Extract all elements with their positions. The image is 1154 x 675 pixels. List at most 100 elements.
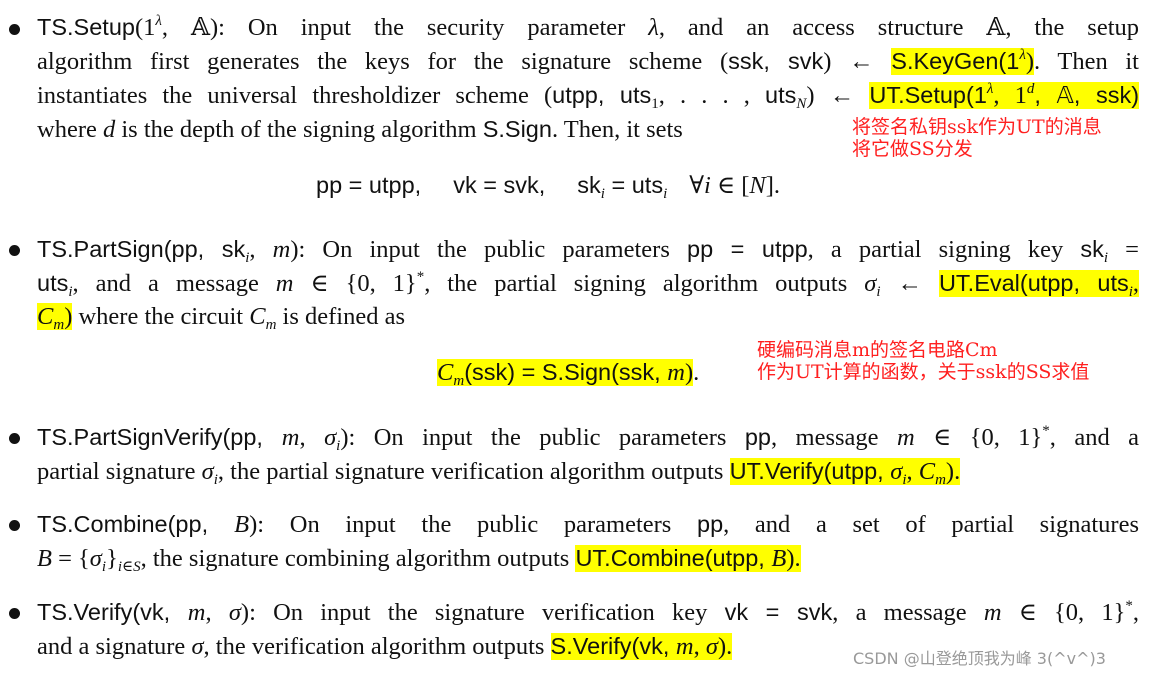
math: m xyxy=(935,472,946,488)
text: , xyxy=(249,236,273,263)
math: sk xyxy=(577,172,601,198)
math: m xyxy=(667,359,685,386)
math: m xyxy=(272,236,291,263)
math: 1 xyxy=(651,96,659,112)
setup-line-3: instantiates the universal thresholdizer… xyxy=(37,78,1140,113)
math: σ xyxy=(890,458,903,485)
text: . Then, it sets xyxy=(551,116,683,143)
algo-name: TS.Verify(vk, xyxy=(37,599,188,625)
bullet-icon xyxy=(9,24,20,35)
setup-display-equation: pp = utpp, vk = svk, ski = utsi ∀i ∈ [N]. xyxy=(316,168,780,203)
math: d xyxy=(102,116,116,143)
partsign-line-2: utsi, and a message m ∈ {0, 1}*, the par… xyxy=(37,266,1140,301)
math: ∀ xyxy=(689,172,705,199)
highlight-ut-setup: UT.Setup(1λ, 1d, 𝔸, ssk) xyxy=(869,82,1140,109)
partsign-line-3: Cm) where the circuit Cm is defined as xyxy=(37,300,405,334)
math: uts xyxy=(765,82,797,108)
math: B xyxy=(771,545,787,572)
math: m xyxy=(187,599,206,626)
text: ): On input the public parameters xyxy=(290,236,687,263)
math: , 𝔸, ssk) xyxy=(1034,82,1140,108)
math: (ssk) = S.Sign(ssk, xyxy=(464,359,668,385)
text: ) ← xyxy=(806,82,870,109)
partsign-line-1: TS.PartSign(pp, ski, m): On input the pu… xyxy=(37,232,1139,267)
math: i xyxy=(704,172,711,199)
text: where the circuit xyxy=(72,303,250,330)
text: is defined as xyxy=(276,303,405,330)
text: . Then it xyxy=(1033,48,1139,75)
text: ← xyxy=(880,270,939,297)
math: S.KeyGen(1 xyxy=(891,48,1020,74)
setup-line-2: algorithm first generates the keys for t… xyxy=(37,44,1139,79)
math: uts xyxy=(37,270,69,296)
text: , and a message xyxy=(72,270,276,297)
math: C xyxy=(918,458,936,485)
math: B xyxy=(37,545,52,572)
text: , the verification algorithm outputs xyxy=(203,633,551,660)
math: utpp, uts xyxy=(552,82,652,108)
text: ): On input the public parameters xyxy=(249,511,697,538)
text: ∈ {0, 1} xyxy=(1001,599,1126,626)
math: σ xyxy=(324,424,337,451)
text: = xyxy=(1108,236,1139,263)
partsign-display-equation: Cm(ssk) = S.Sign(ssk, m). xyxy=(437,355,699,390)
algo-name: TS.PartSign(pp, sk xyxy=(37,236,246,262)
math: UT.Eval(utpp, uts xyxy=(938,270,1129,296)
text: , xyxy=(906,458,919,485)
highlight-ut-verify: UT.Verify(utpp, σi, Cm). xyxy=(729,458,961,488)
bullet-icon xyxy=(9,608,20,619)
math: σ xyxy=(705,633,718,660)
annotation-partsign: 硬编码消息m的签名电路Cm 作为UT计算的函数，关于ssk的SS求值 xyxy=(757,339,1089,383)
math: m xyxy=(275,270,294,297)
math: UT.Verify(utpp, xyxy=(729,458,891,484)
math: σ xyxy=(864,270,877,297)
math: vk = svk, xyxy=(453,172,546,198)
text: and a signature xyxy=(37,633,192,660)
text: where xyxy=(37,116,103,143)
algo-name: TS.Setup xyxy=(37,14,135,40)
text: , and a set of partial signatures xyxy=(723,511,1140,538)
text: ∈ {0, 1} xyxy=(914,424,1043,451)
math: S.Sign xyxy=(482,116,552,142)
highlight-s-verify: S.Verify(vk, m, σ). xyxy=(550,633,733,660)
math: pp xyxy=(697,511,724,537)
text: , a message xyxy=(832,599,984,626)
highlight-keygen: S.KeyGen(1λ) xyxy=(891,48,1034,75)
math: UT.Combine(utpp, xyxy=(575,545,772,571)
math: i xyxy=(663,186,668,202)
math: pp xyxy=(744,424,771,450)
text: , 𝔸): On input the security parameter xyxy=(161,14,649,41)
math: m xyxy=(896,424,915,451)
setup-line-4: where d is the depth of the signing algo… xyxy=(37,112,683,147)
math: N xyxy=(796,96,807,112)
math: σ xyxy=(191,633,204,660)
math: m xyxy=(983,599,1002,626)
math: UT.Setup(1 xyxy=(869,82,987,108)
text: , message xyxy=(770,424,897,451)
math: * xyxy=(1042,423,1050,439)
text: ): On input the signature verification k… xyxy=(240,599,725,626)
verify-line-1: TS.Verify(vk, m, σ): On input the signat… xyxy=(37,595,1139,630)
text: , xyxy=(205,599,229,626)
math: ) xyxy=(684,359,694,386)
math: m xyxy=(265,317,277,333)
annotation-line: 作为UT计算的函数，关于ssk的SS求值 xyxy=(757,361,1090,383)
text: (1 xyxy=(134,14,156,41)
text: ): On input the public parameters xyxy=(340,424,745,451)
watermark: CSDN @山登绝顶我为峰 3(^v^)3 xyxy=(853,649,1106,668)
math: vk = svk xyxy=(724,599,833,625)
math: σ xyxy=(201,458,214,485)
math: m xyxy=(53,317,65,333)
partsignverify-line-1: TS.PartSignVerify(pp, m, σi): On input t… xyxy=(37,420,1139,455)
text: , the partial signature verification alg… xyxy=(217,458,730,485)
text: partial signature xyxy=(37,458,202,485)
text: ) ← xyxy=(823,48,892,75)
bullet-icon xyxy=(9,520,20,531)
math: σ xyxy=(89,545,102,572)
annotation-line: 硬编码消息m的签名电路Cm xyxy=(757,339,998,361)
math: ssk, svk xyxy=(728,48,824,74)
text: ). xyxy=(786,545,801,572)
bullet-icon xyxy=(9,245,20,256)
text: , xyxy=(299,424,325,451)
math: ∈ [ xyxy=(710,172,750,199)
